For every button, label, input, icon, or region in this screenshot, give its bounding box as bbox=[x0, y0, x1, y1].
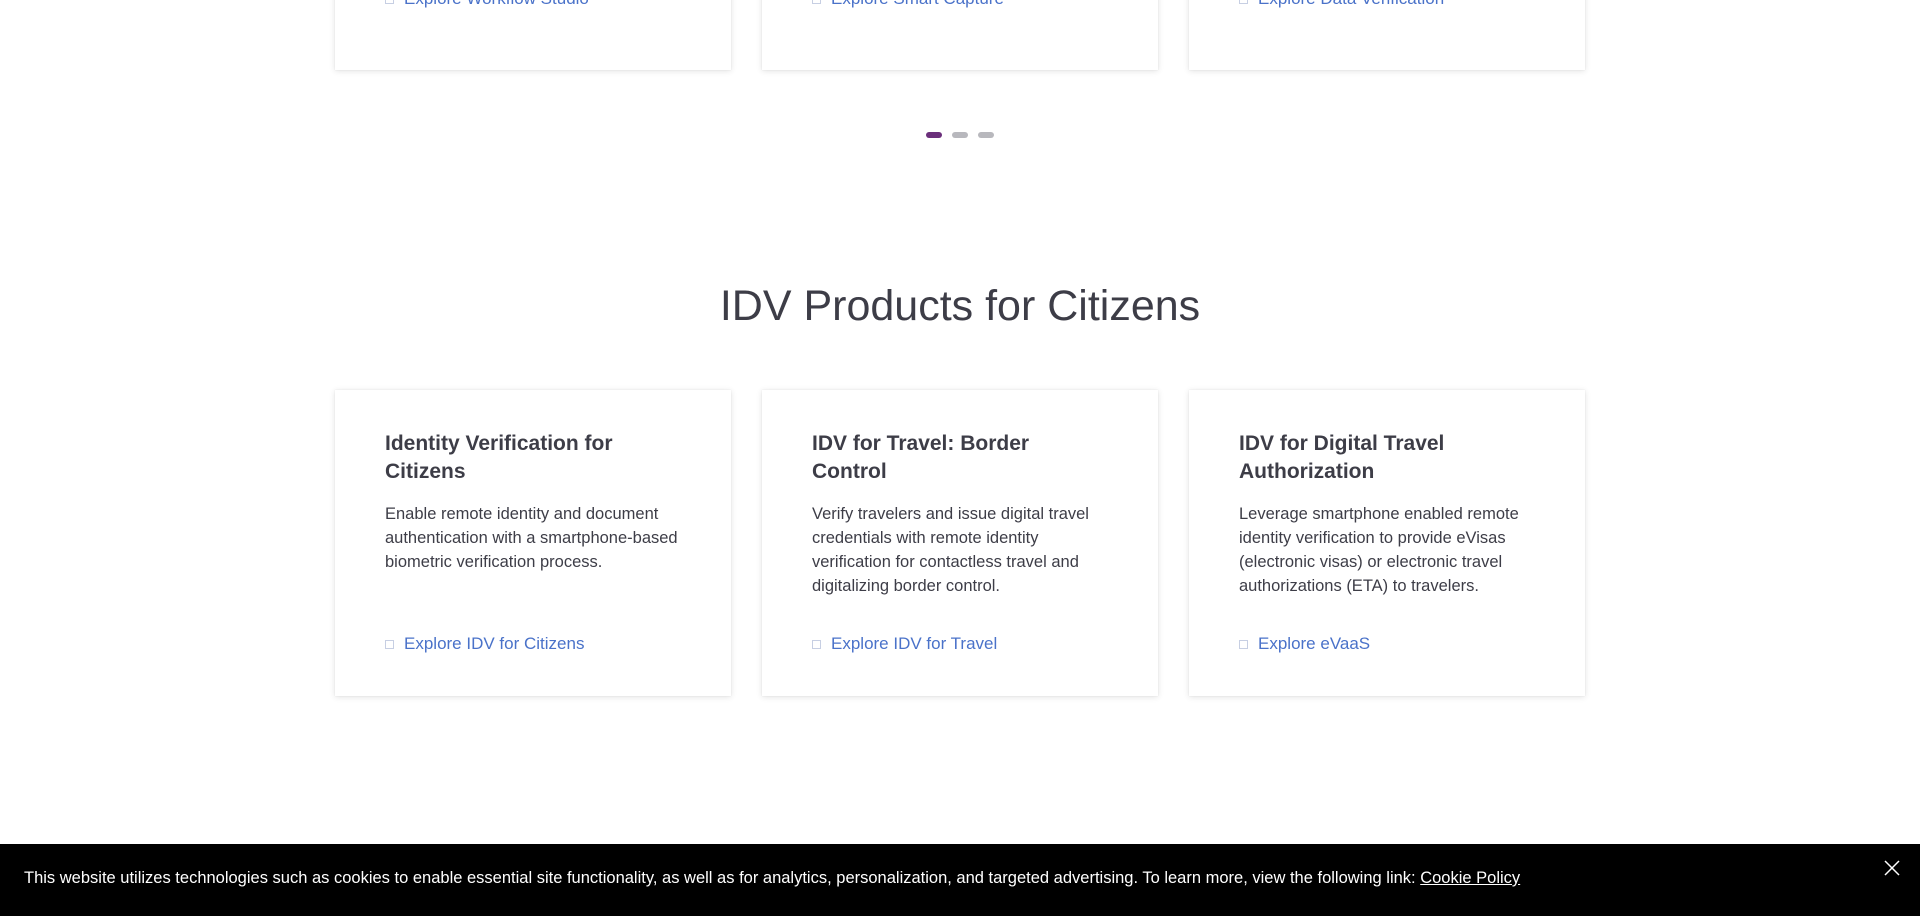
card-title: Identity Verification for Citizens bbox=[385, 432, 613, 483]
cookie-banner: This website utilizes technologies such … bbox=[0, 844, 1920, 916]
carousel-dot-3[interactable] bbox=[978, 132, 994, 138]
cookie-message: This website utilizes technologies such … bbox=[24, 869, 1421, 887]
card-description: Verify travelers and issue digital trave… bbox=[812, 505, 1089, 595]
link-label: Explore IDV for Travel bbox=[831, 634, 998, 653]
page: Explore Workflow Studio Explore Smart Ca… bbox=[0, 0, 1920, 916]
explore-smart-capture-link[interactable]: Explore Smart Capture bbox=[812, 0, 1004, 9]
explore-workflow-studio-link[interactable]: Explore Workflow Studio bbox=[385, 0, 589, 9]
link-bullet-icon bbox=[385, 0, 394, 4]
carousel-dot-1[interactable] bbox=[926, 132, 942, 138]
link-label: Explore Data Verification bbox=[1258, 0, 1444, 9]
product-card-workflow-studio: Explore Workflow Studio bbox=[335, 0, 731, 70]
card-description: Leverage smartphone enabled remote ident… bbox=[1239, 505, 1519, 595]
product-card-digital-travel-authorization: IDV for Digital Travel Authorization Lev… bbox=[1189, 390, 1585, 696]
cookie-policy-link[interactable]: Cookie Policy bbox=[1420, 869, 1520, 887]
link-bullet-icon bbox=[1239, 0, 1248, 4]
product-card-smart-capture: Explore Smart Capture bbox=[762, 0, 1158, 70]
product-card-idv-citizens: Identity Verification for Citizens Enabl… bbox=[335, 390, 731, 696]
product-card-idv-travel: IDV for Travel: Border Control Verify tr… bbox=[762, 390, 1158, 696]
product-card-data-verification: Explore Data Verification bbox=[1189, 0, 1585, 70]
link-label: Explore Workflow Studio bbox=[404, 0, 589, 9]
link-bullet-icon bbox=[812, 639, 821, 649]
link-label: Explore eVaaS bbox=[1258, 634, 1371, 653]
explore-evaas-link[interactable]: Explore eVaaS bbox=[1239, 634, 1370, 654]
card-title: IDV for Travel: Border Control bbox=[812, 432, 1030, 483]
cookie-banner-text: This website utilizes technologies such … bbox=[24, 868, 1520, 888]
link-bullet-icon bbox=[812, 0, 821, 4]
explore-idv-travel-link[interactable]: Explore IDV for Travel bbox=[812, 634, 997, 654]
section-title: IDV Products for Citizens bbox=[719, 282, 1201, 330]
link-label: Explore IDV for Citizens bbox=[404, 634, 585, 653]
card-title: IDV for Digital Travel Authorization bbox=[1239, 432, 1445, 483]
carousel-pagination bbox=[926, 132, 994, 138]
explore-idv-citizens-link[interactable]: Explore IDV for Citizens bbox=[385, 634, 584, 654]
close-icon[interactable] bbox=[1880, 856, 1904, 880]
carousel-dot-2[interactable] bbox=[952, 132, 968, 138]
explore-data-verification-link[interactable]: Explore Data Verification bbox=[1239, 0, 1444, 9]
card-description: Enable remote identity and document auth… bbox=[385, 505, 678, 571]
link-bullet-icon bbox=[1239, 639, 1248, 649]
link-bullet-icon bbox=[385, 639, 394, 649]
link-label: Explore Smart Capture bbox=[831, 0, 1004, 9]
